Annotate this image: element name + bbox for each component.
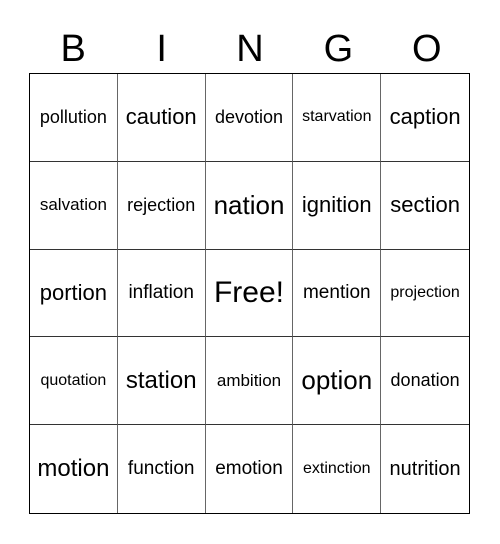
bingo-cell[interactable]: nutrition [381, 425, 469, 513]
bingo-cell[interactable]: caption [381, 74, 469, 162]
bingo-card-grid: pollution caution devotion starvation ca… [29, 73, 470, 514]
bingo-cell[interactable]: section [381, 162, 469, 250]
bingo-cell[interactable]: function [118, 425, 206, 513]
bingo-cell[interactable]: station [117, 337, 206, 426]
bingo-cell[interactable]: quotation [30, 337, 118, 426]
bingo-cell[interactable]: projection [381, 250, 469, 338]
bingo-cell[interactable]: ignition [293, 161, 382, 250]
bingo-cell[interactable]: extinction [293, 425, 382, 513]
bingo-cell[interactable]: salvation [30, 161, 118, 250]
bingo-cell[interactable]: nation [205, 161, 294, 250]
header-letter-b: B [60, 28, 86, 70]
header-letter-g: G [323, 28, 354, 70]
header-letter-o: O [412, 28, 442, 70]
bingo-cell[interactable]: ambition [205, 337, 294, 426]
bingo-cell[interactable]: motion [30, 425, 118, 513]
bingo-cell[interactable]: mention [293, 249, 382, 338]
free-space-cell[interactable]: Free! [205, 249, 294, 338]
bingo-cell[interactable]: portion [30, 249, 118, 338]
bingo-cell[interactable]: inflation [117, 249, 206, 338]
header-letter-n: N [236, 28, 264, 70]
bingo-header: B I N G O [29, 26, 471, 72]
bingo-cell[interactable]: caution [117, 74, 206, 162]
bingo-cell[interactable]: devotion [205, 74, 294, 162]
bingo-cell[interactable]: option [293, 337, 382, 426]
bingo-cell[interactable]: starvation [293, 74, 382, 162]
bingo-cell[interactable]: rejection [117, 161, 206, 250]
bingo-cell[interactable]: pollution [30, 74, 118, 162]
bingo-cell[interactable]: emotion [206, 425, 294, 513]
bingo-cell[interactable]: donation [381, 337, 469, 426]
header-letter-i: I [156, 28, 167, 70]
